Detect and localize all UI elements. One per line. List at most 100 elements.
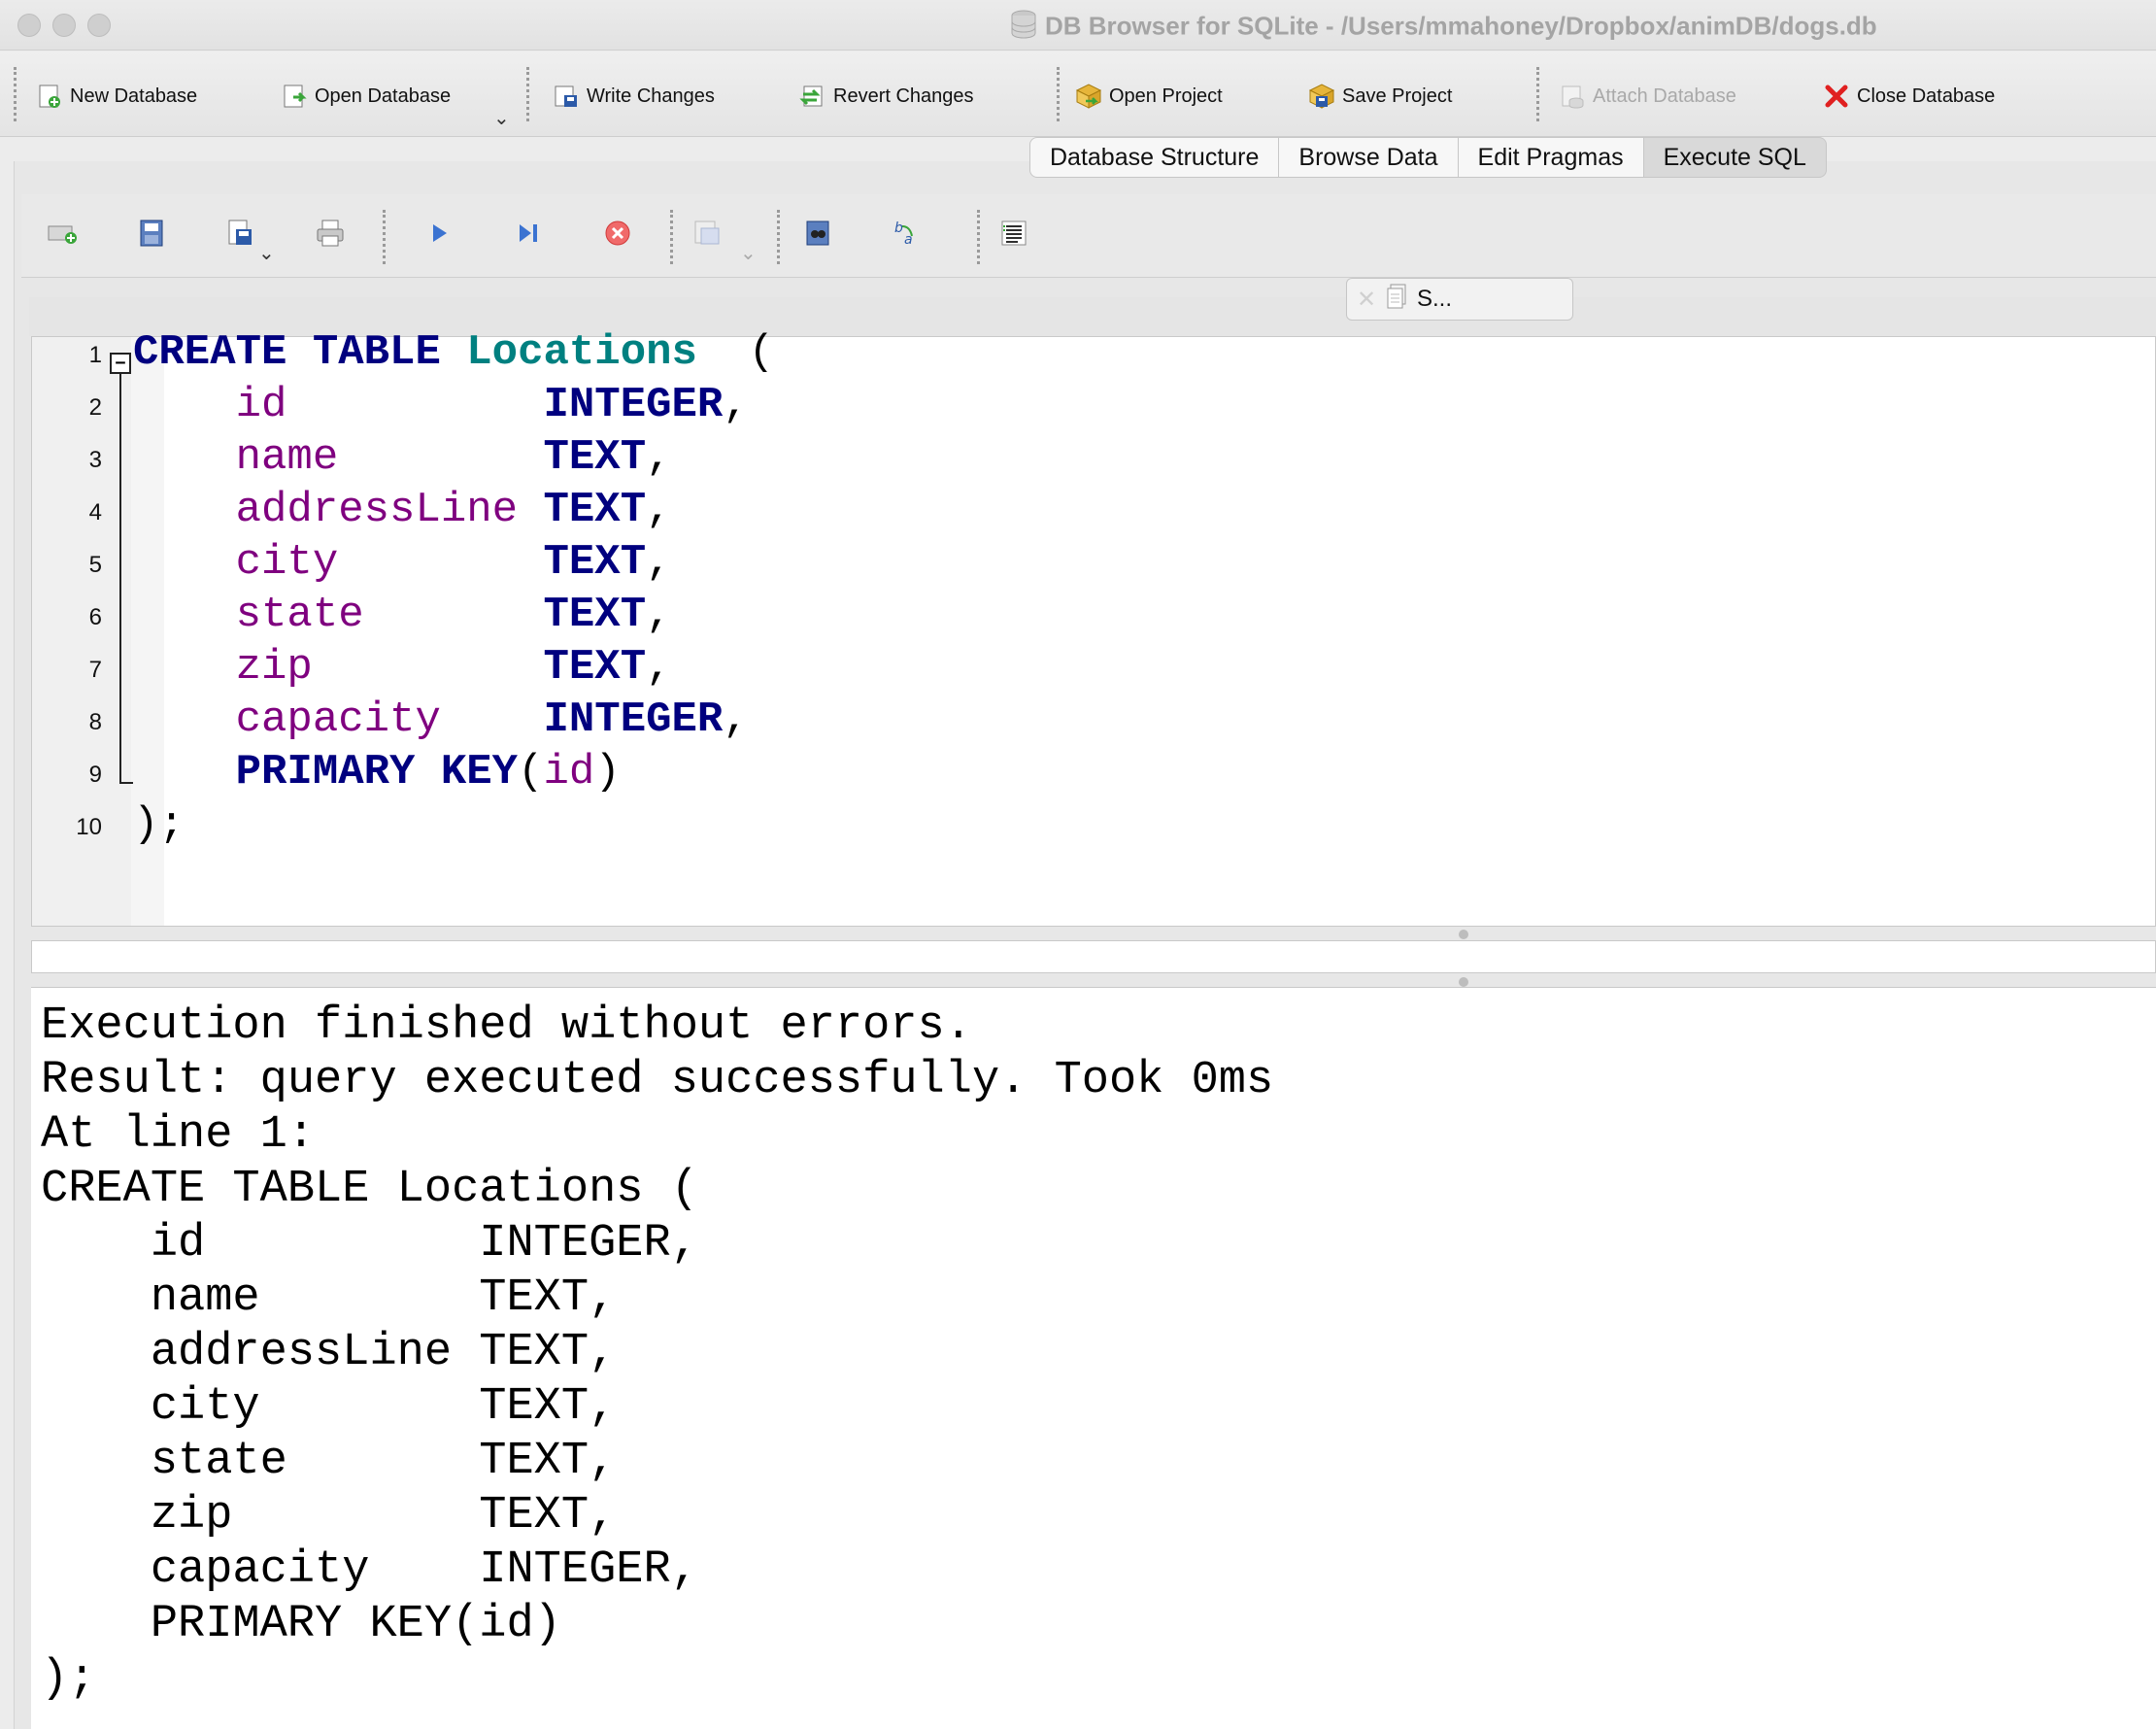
stop-execution-button[interactable] [598, 214, 637, 256]
app-window: DB Browser for SQLite - /Users/mmahoney/… [0, 0, 2156, 1729]
save-file-icon [226, 218, 255, 254]
result-message-line: addressLine TEXT, [41, 1327, 617, 1378]
execute-all-button[interactable] [420, 214, 458, 256]
revert-changes-icon [798, 82, 827, 111]
save-project-button[interactable]: Save Project [1307, 77, 1452, 116]
find-replace-button[interactable]: ba [888, 214, 926, 256]
line-number: 2 [88, 394, 102, 421]
table-name-token: Locations [466, 328, 697, 377]
line-number: 9 [88, 762, 102, 788]
code-token: , [646, 486, 672, 534]
open-file-icon [137, 218, 166, 254]
write-changes-button[interactable]: Write Changes [552, 77, 715, 116]
sql-editor-tab[interactable]: ✕ S... [1346, 278, 1573, 321]
toolbar-grip[interactable] [383, 210, 386, 264]
save-results-icon [691, 219, 723, 253]
attach-database-label: Attach Database [1593, 85, 1736, 107]
text-lines-icon [999, 219, 1028, 253]
result-message-line: ); [41, 1653, 96, 1705]
result-message-line: CREATE TABLE Locations ( [41, 1164, 698, 1215]
chevron-down-icon[interactable]: ⌄ [740, 241, 757, 265]
chevron-down-icon[interactable]: ⌄ [258, 241, 275, 265]
tab-edit-pragmas[interactable]: Edit Pragmas [1458, 137, 1644, 178]
open-project-button[interactable]: Open Project [1074, 77, 1223, 116]
open-sql-file-button[interactable] [132, 214, 171, 256]
print-button[interactable] [311, 214, 350, 256]
open-project-label: Open Project [1109, 85, 1223, 107]
line-number: 6 [88, 604, 102, 630]
chevron-down-icon[interactable]: ⌄ [493, 106, 510, 130]
splitter-handle[interactable] [1459, 977, 1468, 987]
print-icon [315, 219, 346, 253]
toolbar-grip[interactable] [777, 210, 780, 264]
column-name-token: name [235, 433, 339, 482]
write-changes-label: Write Changes [587, 85, 715, 107]
attach-database-button[interactable]: Attach Database [1558, 77, 1736, 116]
sql-keyword: INTEGER [543, 381, 724, 429]
minimize-window-button[interactable] [52, 14, 76, 37]
toolbar-grip[interactable] [526, 67, 529, 121]
code-line: capacity INTEGER, [133, 694, 749, 746]
tab-execute-sql[interactable]: Execute SQL [1643, 137, 1827, 178]
revert-changes-button[interactable]: Revert Changes [798, 77, 974, 116]
close-tab-icon[interactable]: ✕ [1347, 286, 1386, 314]
open-database-button[interactable]: Open Database [280, 77, 451, 116]
code-token: ( [518, 748, 544, 797]
toolbar-grip[interactable] [977, 210, 980, 264]
open-tab-icon [47, 220, 78, 251]
execute-current-line-button[interactable] [509, 214, 548, 256]
save-results-button[interactable] [688, 214, 726, 256]
new-database-button[interactable]: New Database [35, 77, 197, 116]
fold-guide [119, 374, 121, 784]
find-button[interactable] [798, 214, 837, 256]
sql-code-editor[interactable]: 1 2 3 4 5 6 7 8 9 10 − CREATE TABLE Locations ( i… [31, 328, 2156, 927]
result-message-line: Execution finished without errors. [41, 1000, 972, 1052]
toolbar-grip[interactable] [1057, 67, 1060, 121]
splitter-handle[interactable] [1459, 930, 1468, 939]
close-window-button[interactable] [17, 14, 41, 37]
line-number: 4 [88, 499, 102, 525]
result-message-line: PRIMARY KEY(id) [41, 1599, 561, 1650]
column-name-token: zip [235, 643, 313, 692]
result-message-line: state TEXT, [41, 1436, 617, 1487]
close-database-button[interactable]: Close Database [1822, 77, 1995, 116]
sql-keyword: KEY [440, 748, 519, 797]
toolbar-grip[interactable] [670, 210, 673, 264]
result-message-line: name TEXT, [41, 1272, 617, 1324]
open-project-icon [1074, 82, 1103, 111]
open-tab-button[interactable] [43, 214, 82, 256]
code-token: ); [133, 800, 185, 849]
column-name-token: state [235, 591, 364, 639]
zoom-window-button[interactable] [87, 14, 111, 37]
sql-keyword: TABLE [312, 328, 441, 377]
sql-keyword: PRIMARY [235, 748, 416, 797]
sql-keyword: TEXT [543, 433, 647, 482]
fold-collapse-icon[interactable]: − [110, 353, 131, 374]
save-sql-file-button[interactable] [221, 214, 260, 256]
code-token: , [723, 381, 749, 429]
tab-database-structure[interactable]: Database Structure [1029, 137, 1280, 178]
sql-keyword: TEXT [543, 591, 647, 639]
comment-toggle-button[interactable] [994, 214, 1033, 256]
save-project-icon [1307, 82, 1336, 111]
sql-toolbar: ⌄ ⌄ ba [21, 194, 2156, 278]
svg-text:b: b [894, 220, 903, 236]
window-title: DB Browser for SQLite - /Users/mmahoney/… [1010, 10, 1877, 41]
tab-browse-data[interactable]: Browse Data [1279, 137, 1459, 178]
line-number: 5 [88, 552, 102, 578]
toolbar-grip[interactable] [14, 67, 17, 121]
code-token: , [646, 538, 672, 587]
column-name-token: id [543, 748, 595, 797]
code-line: addressLine TEXT, [133, 484, 672, 536]
toolbar-grip[interactable] [1536, 67, 1539, 121]
